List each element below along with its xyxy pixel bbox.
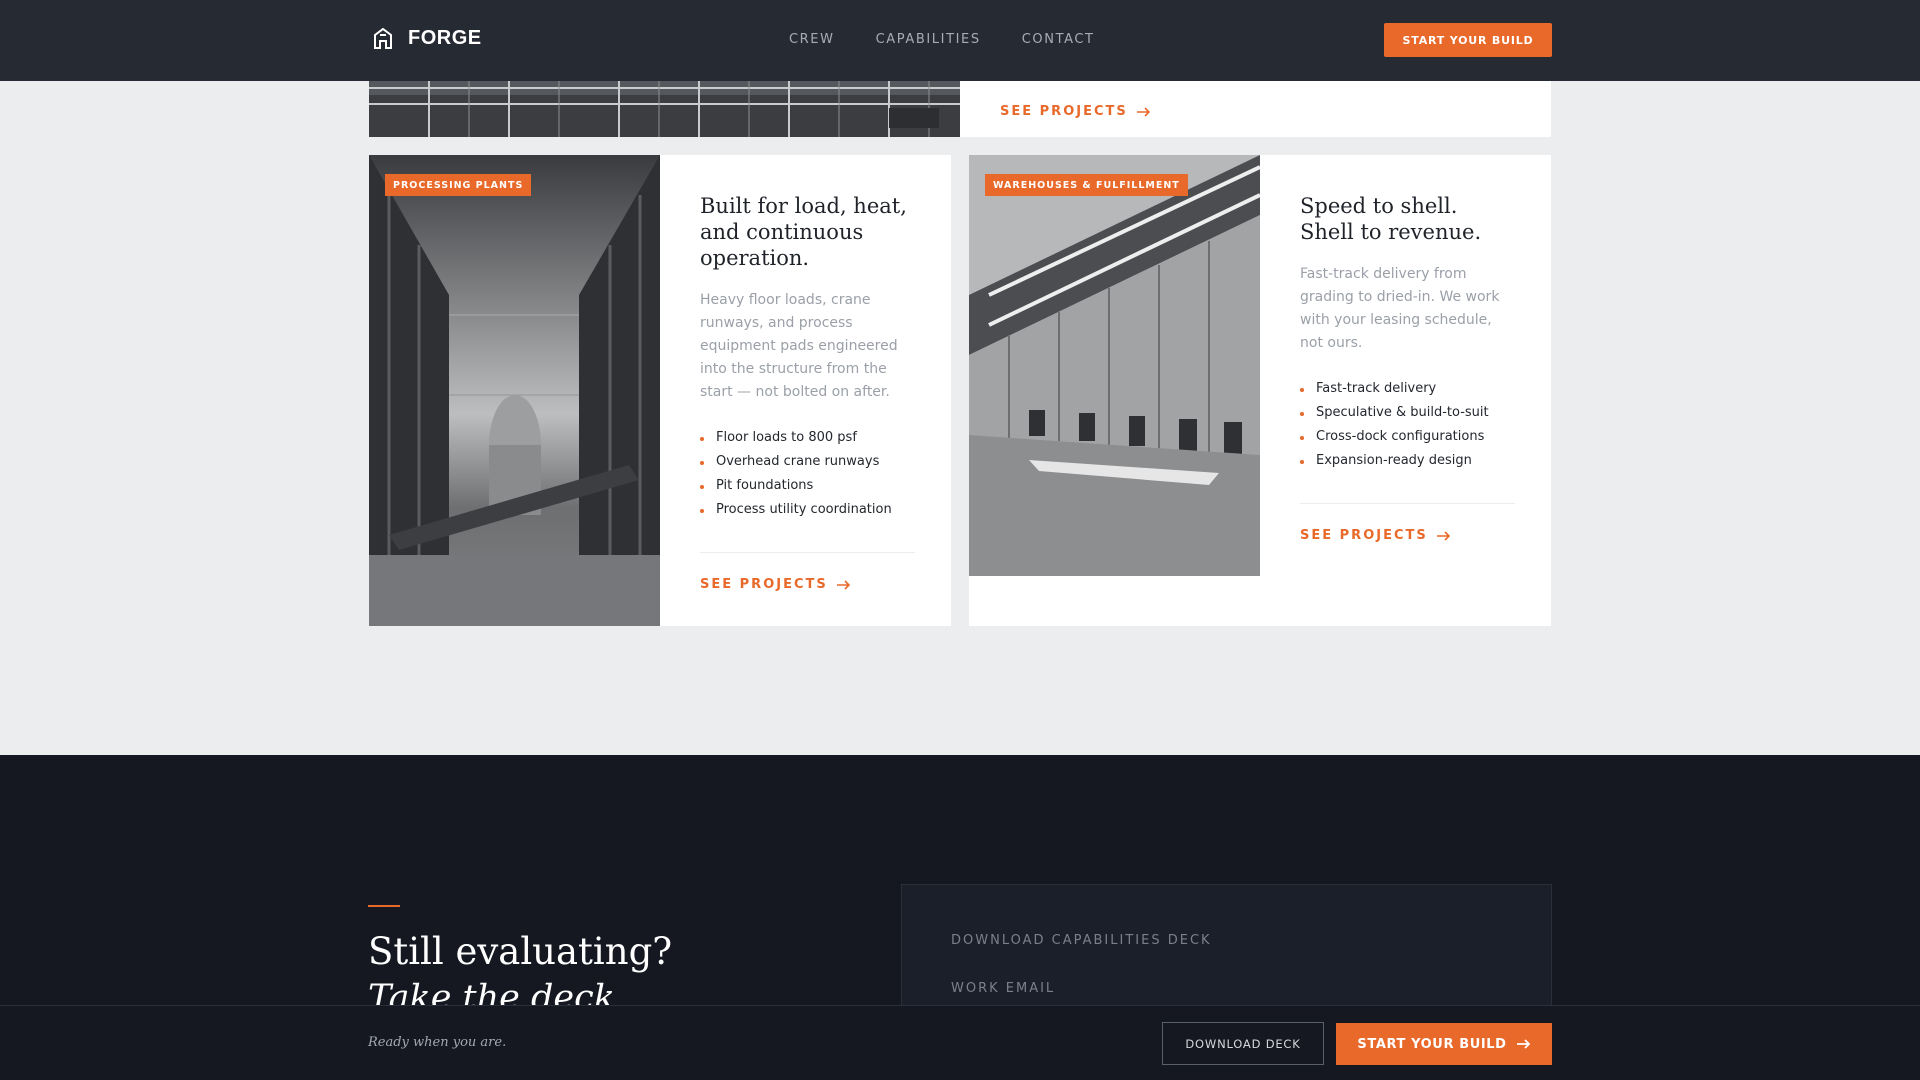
list-item: Cross-dock configurations	[1300, 425, 1515, 449]
start-build-button[interactable]: START YOUR BUILD	[1384, 23, 1552, 57]
list-item: Overhead crane runways	[700, 450, 915, 474]
feature-list: Floor loads to 800 psf Overhead crane ru…	[700, 426, 915, 522]
category-badge: WAREHOUSES & FULFILLMENT	[985, 174, 1188, 196]
see-projects-link-top[interactable]: SEE PROJECTS	[1000, 104, 1151, 119]
nav-link-crew[interactable]: CREW	[789, 32, 835, 47]
start-build-sticky-button[interactable]: START YOUR BUILD	[1336, 1023, 1552, 1065]
cta-heading: Still evaluating?	[368, 930, 673, 973]
brand[interactable]: FORGE	[372, 26, 482, 50]
capability-card-warehouses: WAREHOUSES & FULFILLMENT Speed to shell.…	[969, 155, 1551, 626]
top-navigation: FORGE CREW CAPABILITIES CONTACT START YO…	[0, 0, 1920, 81]
list-item: Floor loads to 800 psf	[700, 426, 915, 450]
brand-name: FORGE	[408, 26, 482, 49]
see-projects-label: SEE PROJECTS	[1000, 104, 1128, 119]
sticky-note: Ready when you are.	[368, 1035, 507, 1050]
arrow-right-icon	[1136, 106, 1150, 117]
warehouse-photo: WAREHOUSES & FULFILLMENT	[969, 155, 1260, 576]
arrow-right-icon	[1436, 530, 1450, 541]
accent-rule	[368, 905, 400, 907]
see-projects-label: SEE PROJECTS	[700, 577, 828, 592]
see-projects-label: SEE PROJECTS	[1300, 528, 1428, 543]
card-title: Speed to shell. Shell to revenue.	[1300, 194, 1482, 244]
see-projects-link-processing[interactable]: SEE PROJECTS	[700, 577, 915, 592]
card-description: Fast-track delivery from grading to drie…	[1300, 266, 1500, 351]
download-deck-button[interactable]: DOWNLOAD DECK	[1162, 1022, 1324, 1065]
sticky-cta-bar: Ready when you are. DOWNLOAD DECK START …	[0, 1005, 1920, 1080]
nav-links: CREW CAPABILITIES CONTACT	[789, 32, 1095, 47]
work-email-label: WORK EMAIL	[951, 981, 1056, 996]
card-body: Built for load, heat, and continuous ope…	[700, 193, 915, 592]
card-body: Speed to shell. Shell to revenue. Fast-t…	[1300, 193, 1515, 543]
divider	[1300, 503, 1515, 504]
arrow-right-icon	[836, 579, 850, 590]
list-item: Fast-track delivery	[1300, 377, 1515, 401]
capability-card-processing-plants: PROCESSING PLANTS Built for load, heat, …	[369, 155, 951, 626]
arrow-right-icon	[1516, 1039, 1530, 1049]
forge-logo-icon	[374, 27, 392, 49]
list-item: Process utility coordination	[700, 498, 915, 522]
see-projects-link-warehouses[interactable]: SEE PROJECTS	[1300, 528, 1515, 543]
card-title: Built for load, heat, and continuous ope…	[700, 194, 907, 270]
feature-list: Fast-track delivery Speculative & build-…	[1300, 377, 1515, 473]
category-badge: PROCESSING PLANTS	[385, 174, 532, 196]
list-item: Expansion-ready design	[1300, 449, 1515, 473]
list-item: Pit foundations	[700, 474, 915, 498]
processing-plant-photo: PROCESSING PLANTS	[369, 155, 660, 626]
card-description: Heavy floor loads, crane runways, and pr…	[700, 292, 898, 400]
divider	[700, 552, 915, 553]
nav-link-contact[interactable]: CONTACT	[1022, 32, 1095, 47]
list-item: Speculative & build-to-suit	[1300, 401, 1515, 425]
start-build-label: START YOUR BUILD	[1357, 1036, 1507, 1052]
nav-link-capabilities[interactable]: CAPABILITIES	[876, 32, 981, 47]
deck-form-title: DOWNLOAD CAPABILITIES DECK	[951, 933, 1212, 948]
